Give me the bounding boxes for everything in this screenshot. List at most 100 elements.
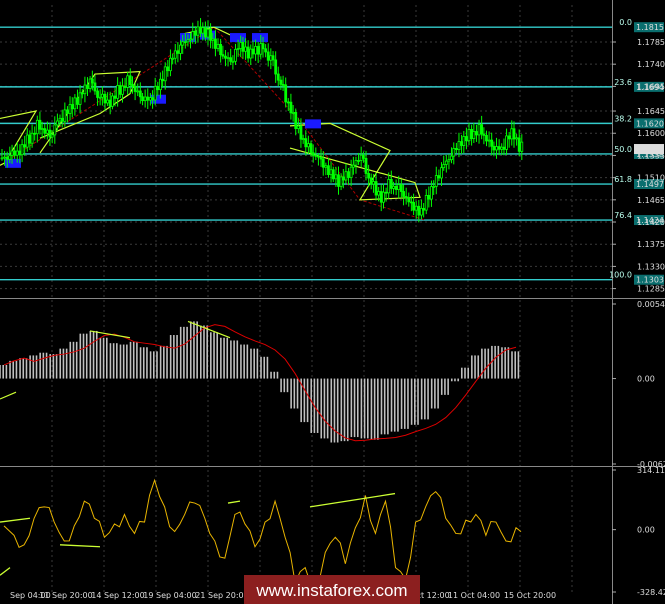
candle-body [78,92,82,105]
candle-body [427,194,431,200]
candle-body [485,134,488,142]
candle-body [274,59,278,75]
candle-body [379,191,383,203]
candle-body [116,85,120,99]
candle-body [211,38,215,41]
candle-body [214,38,217,49]
candle-body [106,99,109,104]
candle-body [249,48,253,59]
candle-body [111,95,114,107]
fib-ratio-label: 38.2 [614,114,632,123]
candle-body [13,150,17,156]
candle-body [173,50,177,59]
candle-body [234,48,237,62]
candle-body [10,150,14,156]
time-label: 11 Sep 20:00 [39,591,92,600]
candle-body [271,55,275,61]
candle-body [15,150,19,156]
candle-body [193,31,197,36]
macd-tick-label: 0.00 [637,375,655,384]
price-tick-label: 1.1375 [637,240,665,249]
candle-body [86,84,89,89]
candle-body [254,46,257,55]
candle-body [512,128,516,140]
candle-body [35,119,39,135]
candle-body [219,43,223,56]
candle-body [66,109,69,114]
candle-body [299,125,303,140]
candle-body [399,184,403,192]
candle-body [452,148,456,157]
candle-body [289,101,293,114]
candle-body [131,84,134,87]
candle-body [407,197,411,203]
candle-body [183,41,187,44]
candle-body [520,141,524,152]
candle-body [229,57,233,62]
price-tick-label: 1.1420 [637,218,665,227]
candle-body [269,55,273,61]
candle-body [487,139,491,142]
candle-body [430,186,433,200]
candle-body [76,97,79,105]
candle-body [123,85,127,88]
candle-body [301,138,305,140]
candle-body [128,75,132,85]
candle-body [163,66,167,82]
candle-body [58,117,62,122]
candle-body [196,26,200,36]
candle-body [477,124,481,136]
candle-body [414,205,418,211]
candle-body [43,128,47,134]
candle-body [143,96,147,102]
candle-body [369,177,373,185]
candle-body [55,120,59,126]
candle-body [33,132,37,135]
candle-body [457,141,461,150]
candle-body [389,179,393,189]
candle-body [467,129,471,142]
price-tick-label: 1.1330 [637,262,665,271]
candle-body [344,171,348,181]
candle-body [412,202,416,211]
candle-body [339,176,343,187]
candle-body [341,176,345,181]
candle-body [158,78,162,91]
candle-body [146,96,150,101]
candle-body [377,191,381,196]
candle-body [359,154,363,161]
fib-price-label: 1.1620 [636,119,664,128]
current-price-label: 1.1568 [636,145,664,154]
candle-body [226,57,230,60]
candle-body [507,135,511,140]
candle-body [224,55,227,59]
candle-body [450,155,453,161]
blue-marker [305,119,321,129]
candle-body [460,141,463,146]
candle-body [231,60,235,63]
fib-ratio-label: 100.0 [609,271,632,280]
candle-body [495,146,498,151]
fib-ratio-label: 23.6 [614,78,632,87]
candle-body [126,75,130,88]
candle-body [90,78,94,84]
candle-body [515,137,518,140]
price-tick-label: 1.1645 [637,107,665,116]
candle-body [296,125,300,129]
price-tick-label: 1.1695 [637,82,665,91]
candle-body [502,146,506,150]
candle-body [141,96,144,102]
candle-body [402,191,405,197]
candle-body [45,129,49,134]
candle-body [244,46,247,52]
candle-body [5,156,9,160]
candle-body [40,128,44,131]
candle-body [465,136,468,142]
candle-body [108,99,112,107]
candle-body [276,73,280,81]
candle-body [387,179,391,194]
candle-body [169,57,172,72]
candle-body [454,148,458,150]
candle-body [133,85,137,92]
candle-body [203,27,207,38]
